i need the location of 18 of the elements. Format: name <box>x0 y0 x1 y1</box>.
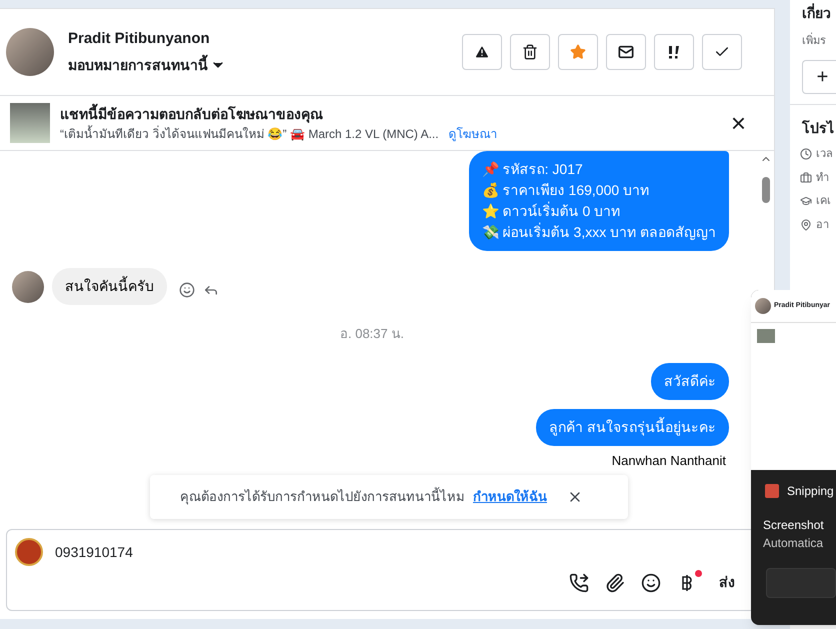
profile-detail: เคเ <box>816 194 831 209</box>
app-name: Snipping <box>787 483 834 500</box>
ad-snippet: “เติมน้ำมันทีเดียว วิ่งได้จนแฟนมีคนใหม่ 😂” 🚘 March 1.2 VL (MNC) A... <box>60 124 439 142</box>
outgoing-message: 📌 รหัสรถ: J017 💰 ราคาเพียง 169,000 บาท ⭐ ดาวน์เริ่มต้น 0 บาท 💸 ผ่อนเริ่มต้น 3,xxx บาท ตลอดสัญญา <box>468 151 729 251</box>
timestamp: อ. 08:37 น. <box>340 325 404 343</box>
section-title: โปรไ <box>802 119 834 138</box>
profile-detail: ทำ <box>816 170 829 186</box>
panel-title: เกี่ยว <box>802 2 831 23</box>
profile-detail: เวล <box>816 147 833 162</box>
assign-prompt-text: คุณต้องการได้รับการกำหนดไปยังการสนทนานี้ไหม <box>180 487 465 506</box>
outgoing-message: สวัสดีค่ะ <box>651 362 729 400</box>
incoming-message: สนใจคันนี้ครับ <box>52 268 167 305</box>
profile-detail: อา <box>816 218 829 232</box>
panel-subtitle: เพิ่มร <box>802 32 826 50</box>
sender-name: Nanwhan Nanthanit <box>610 452 727 470</box>
ad-banner-title: แชทนี้มีข้อความตอบกลับต่อโฆษณาของคุณ <box>60 104 324 124</box>
contact-name: Pradit Pitibunyanon <box>68 29 211 50</box>
outgoing-message: ลูกค้า สนใจรถรุ่นนี้อยู่นะคะ <box>536 408 729 446</box>
